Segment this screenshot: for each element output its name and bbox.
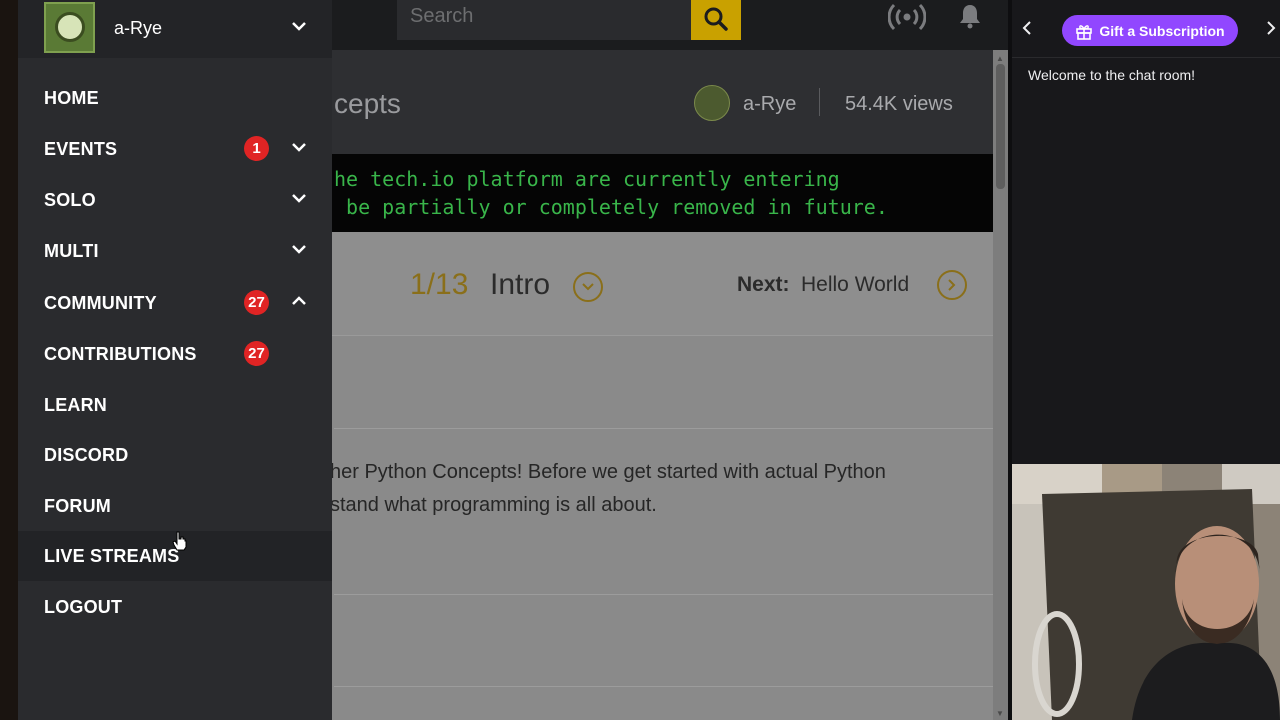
gift-button-label: Gift a Subscription [1099, 22, 1225, 39]
webcam-feed [1012, 464, 1280, 720]
sidebar-item-forum[interactable]: FORUM [18, 481, 332, 531]
paragraph-line: stand what programming is all about. [330, 494, 657, 516]
sidebar-item-learn[interactable]: LEARN [18, 380, 332, 430]
sidebar-item-label: LEARN [44, 395, 107, 415]
author-avatar[interactable] [694, 85, 730, 121]
webcam-image [1012, 464, 1280, 720]
sidebar-item-label: EVENTS [44, 139, 118, 159]
chevron-right-icon[interactable] [1266, 20, 1276, 36]
notification-badge: 27 [244, 341, 269, 366]
search-input[interactable]: Search [397, 0, 692, 40]
sidebar-item-label: SOLO [44, 190, 96, 210]
sidebar-user-header[interactable]: a-Rye [18, 0, 332, 58]
sidebar-item-community[interactable]: COMMUNITY 27 [18, 278, 332, 328]
sidebar-item-label: LIVE STREAMS [44, 546, 180, 566]
gift-icon [1076, 24, 1093, 40]
chevron-down-icon[interactable] [291, 20, 307, 32]
scrollbar[interactable]: ▲ ▼ [993, 50, 1008, 720]
chat-panel: Gift a Subscription Welcome to the chat … [1010, 0, 1280, 464]
sidebar-item-label: HOME [44, 88, 99, 108]
chevron-down-icon[interactable] [291, 243, 307, 255]
lesson-title: Intro [490, 268, 551, 301]
view-count: 54.4K views [845, 93, 953, 115]
scroll-up-icon[interactable]: ▲ [996, 54, 1004, 63]
user-avatar [44, 2, 95, 53]
sidebar-item-discord[interactable]: DISCORD [18, 430, 332, 480]
sidebar-item-label: CONTRIBUTIONS [44, 344, 197, 364]
chevron-down-icon[interactable] [291, 192, 307, 204]
lesson-paragraph: her Python Concepts! Before we get start… [330, 456, 886, 522]
sidebar-item-label: DISCORD [44, 445, 129, 465]
sidebar-item-events[interactable]: EVENTS 1 [18, 124, 332, 174]
left-edge-strip [0, 0, 18, 720]
scroll-down-icon[interactable]: ▼ [996, 709, 1004, 718]
search-icon [704, 7, 728, 31]
search-button[interactable] [691, 0, 741, 40]
sidebar-item-label: LOGOUT [44, 597, 123, 617]
notification-badge: 27 [244, 290, 269, 315]
sidebar-item-label: COMMUNITY [44, 293, 157, 313]
chevron-left-icon[interactable] [1022, 20, 1032, 36]
next-lesson-link[interactable]: Hello World [801, 273, 909, 297]
hand-cursor-icon [172, 531, 187, 551]
sidebar-item-solo[interactable]: SOLO [18, 175, 332, 225]
next-label[interactable]: Next: [737, 273, 790, 297]
sidebar-item-multi[interactable]: MULTI [18, 226, 332, 276]
chevron-down-icon[interactable] [291, 141, 307, 153]
bell-icon[interactable] [958, 3, 982, 29]
page-title: cepts [334, 88, 401, 119]
notification-badge: 1 [244, 136, 269, 161]
header-divider [819, 88, 820, 116]
lesson-counter: 1/13 [410, 268, 469, 301]
sidebar-item-label: MULTI [44, 241, 99, 261]
content-divider [334, 594, 993, 595]
gift-subscription-button[interactable]: Gift a Subscription [1062, 15, 1238, 46]
screen: { "topbar": { "search_placeholder": "Sea… [0, 0, 1280, 720]
broadcast-icon[interactable] [888, 2, 926, 32]
content-divider [334, 428, 993, 429]
sidebar-item-contributions[interactable]: CONTRIBUTIONS 27 [18, 329, 332, 379]
sidebar-item-logout[interactable]: LOGOUT [18, 582, 332, 632]
chat-welcome-message: Welcome to the chat room! [1028, 67, 1196, 83]
sidebar-item-label: FORUM [44, 496, 111, 516]
lesson-dropdown-icon[interactable] [573, 272, 603, 302]
sidebar-menu: a-Rye HOME EVENTS 1 SOLO MULTI COMMUNITY… [18, 0, 332, 720]
sidebar-item-home[interactable]: HOME [18, 73, 332, 123]
content-divider [334, 686, 993, 687]
chevron-up-icon[interactable] [291, 295, 307, 307]
next-arrow-icon[interactable] [937, 270, 967, 300]
sidebar-username: a-Rye [114, 18, 163, 38]
scrollbar-thumb[interactable] [996, 64, 1005, 189]
avatar-glyph [55, 12, 85, 42]
paragraph-line: her Python Concepts! Before we get start… [330, 461, 886, 483]
author-name[interactable]: a-Rye [743, 93, 796, 116]
chat-header: Gift a Subscription [1012, 0, 1280, 58]
